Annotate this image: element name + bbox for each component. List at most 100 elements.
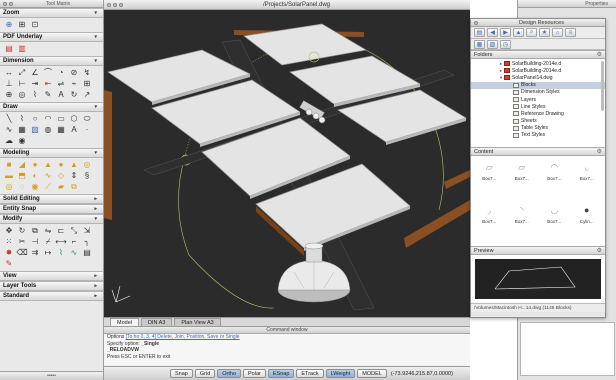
drawing-window-titlebar[interactable]: /Projects/SolarPanel.dwg bbox=[104, 0, 470, 10]
trim-icon[interactable]: ✂ bbox=[16, 237, 28, 247]
explode-icon[interactable]: ✸ bbox=[3, 248, 15, 258]
tree-row[interactable]: Dimension Styles bbox=[471, 89, 605, 96]
union-icon[interactable]: ◎ bbox=[3, 182, 15, 192]
properties-titlebar[interactable]: Properties bbox=[518, 0, 616, 8]
layout-tab[interactable]: DIN A3 bbox=[140, 318, 173, 326]
ordinate-dim-icon[interactable]: ⊥ bbox=[3, 79, 15, 89]
status-toggle-grid[interactable]: Grid bbox=[194, 369, 216, 378]
home-icon[interactable]: ⌂ bbox=[552, 28, 563, 37]
subtract-icon[interactable]: ◌ bbox=[16, 182, 28, 192]
status-toggle-etrack[interactable]: ETrack bbox=[296, 369, 324, 378]
open-drawings-tab-icon[interactable]: ▧ bbox=[487, 39, 498, 49]
tree-row[interactable]: ▸ SolarBuilding-2014e.d bbox=[471, 60, 605, 67]
dim-update-icon[interactable]: ↻ bbox=[68, 90, 80, 100]
rectangle-icon[interactable]: ▭ bbox=[55, 114, 67, 124]
chevron-down-icon[interactable]: ▾ bbox=[94, 104, 97, 110]
interfere-icon[interactable]: ⧉ bbox=[68, 182, 80, 192]
drawing-minimize-button[interactable] bbox=[113, 2, 117, 7]
tree-row[interactable]: ▸ SolarBuilding-2014e.d bbox=[471, 67, 605, 74]
chevron-right-icon[interactable]: ▸ bbox=[94, 283, 97, 289]
tree-toggle-icon[interactable]: ≡ bbox=[565, 28, 576, 37]
preview-gear-icon[interactable]: ⚙ bbox=[597, 247, 602, 254]
arc-dim-icon[interactable]: ⌒ bbox=[42, 68, 54, 78]
cone-icon[interactable]: ▲ bbox=[42, 160, 54, 170]
tree-row[interactable]: Line Styles bbox=[471, 103, 605, 110]
status-toggle-ortho[interactable]: Ortho bbox=[217, 369, 242, 378]
revolve-icon[interactable]: ◐ bbox=[29, 171, 41, 181]
content-item[interactable]: ◡ Box7... bbox=[539, 202, 570, 243]
helix-icon[interactable]: § bbox=[81, 171, 93, 181]
wedge-icon[interactable]: ◢ bbox=[16, 160, 28, 170]
continue-dim-icon[interactable]: ⇥ bbox=[29, 79, 41, 89]
folders-tree[interactable]: ▸ SolarBuilding-2014e.d ▸ SolarBuilding-201… bbox=[471, 59, 605, 147]
content-item[interactable]: ▱ Box7... bbox=[474, 159, 505, 200]
chevron-right-icon[interactable]: ▸ bbox=[94, 293, 97, 299]
design-resources-titlebar[interactable]: Design Resources bbox=[471, 19, 605, 27]
layout-tab[interactable]: Plan View A3 bbox=[174, 318, 221, 326]
region-icon[interactable]: ◍ bbox=[42, 125, 54, 135]
palette-section-header[interactable]: Solid Editing ▸ bbox=[0, 194, 103, 204]
properties-list-area[interactable] bbox=[520, 322, 615, 376]
layout-tab[interactable]: Model bbox=[110, 318, 139, 326]
favorites-icon[interactable]: ★ bbox=[539, 28, 550, 37]
chevron-down-icon[interactable]: ▾ bbox=[94, 216, 97, 222]
dim-space-icon[interactable]: ⇌ bbox=[55, 79, 67, 89]
palette-section-header[interactable]: Zoom ▾ bbox=[0, 8, 103, 18]
polyline-icon[interactable]: ⌇ bbox=[16, 114, 28, 124]
folders-header[interactable]: Folders ⚙ bbox=[471, 50, 605, 59]
edit-polyline-icon[interactable]: ⌇ bbox=[55, 248, 67, 258]
loft-icon[interactable]: ◇ bbox=[55, 171, 67, 181]
zoom-realtime-icon[interactable]: ⊕ bbox=[3, 20, 15, 30]
offset-icon[interactable]: ⊏ bbox=[55, 226, 67, 236]
palette-section-header[interactable]: Dimension ▾ bbox=[0, 56, 103, 66]
palette-section-header[interactable]: Modeling ▾ bbox=[0, 148, 103, 158]
content-item[interactable]: ● Cylin... bbox=[572, 202, 603, 243]
status-toggle-polar[interactable]: Polar bbox=[243, 369, 266, 378]
palette-section-header[interactable]: Modify ▾ bbox=[0, 214, 103, 224]
match-prop-icon[interactable]: ✎ bbox=[3, 259, 15, 269]
palette-section-header[interactable]: Entity Snap ▸ bbox=[0, 204, 103, 214]
palette-section-header[interactable]: View ▸ bbox=[0, 271, 103, 281]
dim-edit-icon[interactable]: ✎ bbox=[42, 90, 54, 100]
folders-scrollbar[interactable] bbox=[601, 61, 604, 111]
rotate-icon[interactable]: ↻ bbox=[16, 226, 28, 236]
circle-icon[interactable]: ○ bbox=[29, 114, 41, 124]
palette-section-header[interactable]: Standard ▸ bbox=[0, 291, 103, 301]
diameter-dim-icon[interactable]: ⊘ bbox=[68, 68, 80, 78]
drawing-close-button[interactable] bbox=[107, 2, 111, 7]
content-item[interactable]: ◞ Box7... bbox=[474, 202, 505, 243]
jog-line-icon[interactable]: ⌇ bbox=[29, 90, 41, 100]
linear-dim-icon[interactable]: ↔ bbox=[3, 68, 15, 78]
folders-gear-icon[interactable]: ⚙ bbox=[597, 51, 602, 58]
dim-text-edit-icon[interactable]: A bbox=[55, 90, 67, 100]
chevron-down-icon[interactable]: ▾ bbox=[94, 150, 97, 156]
ellipse-icon[interactable]: ⬭ bbox=[81, 114, 93, 124]
content-item[interactable]: ▱ Box7... bbox=[507, 159, 538, 200]
scale-icon[interactable]: ⤡ bbox=[68, 226, 80, 236]
status-toggle-snap[interactable]: Snap bbox=[170, 369, 193, 378]
hatch-icon[interactable]: ▦ bbox=[16, 125, 28, 135]
preview-header[interactable]: Preview ⚙ bbox=[471, 246, 605, 255]
content-header[interactable]: Content ⚙ bbox=[471, 147, 605, 156]
move-icon[interactable]: ✥ bbox=[3, 226, 15, 236]
palette-section-header[interactable]: Draw ▾ bbox=[0, 102, 103, 112]
point-icon[interactable]: · bbox=[81, 125, 93, 135]
chevron-down-icon[interactable]: ▾ bbox=[94, 34, 97, 40]
box-icon[interactable]: ■ bbox=[3, 160, 15, 170]
close-window-button[interactable] bbox=[3, 1, 7, 6]
dim-break-icon[interactable]: ⌁ bbox=[68, 79, 80, 89]
line-icon[interactable]: ╲ bbox=[3, 114, 15, 124]
history-tab-icon[interactable]: ◷ bbox=[500, 39, 511, 49]
status-toggle-esnap[interactable]: ESnap bbox=[267, 369, 295, 378]
erase-icon[interactable]: ⌫ bbox=[16, 248, 28, 258]
torus-icon[interactable]: ◎ bbox=[81, 160, 93, 170]
table-icon[interactable]: ▦ bbox=[55, 125, 67, 135]
radius-dim-icon[interactable]: ◔ bbox=[55, 68, 67, 78]
zoom-extents-icon[interactable]: ⊡ bbox=[29, 20, 41, 30]
cylinder-icon[interactable]: ● bbox=[29, 160, 41, 170]
zoom-window-icon[interactable]: ⊞ bbox=[16, 20, 28, 30]
forward-icon[interactable]: ▶ bbox=[500, 28, 511, 37]
revcloud-icon[interactable]: ☁ bbox=[3, 136, 15, 146]
content-item[interactable]: ◟ Box7... bbox=[572, 159, 603, 200]
content-item[interactable]: ◝ Box7... bbox=[507, 202, 538, 243]
